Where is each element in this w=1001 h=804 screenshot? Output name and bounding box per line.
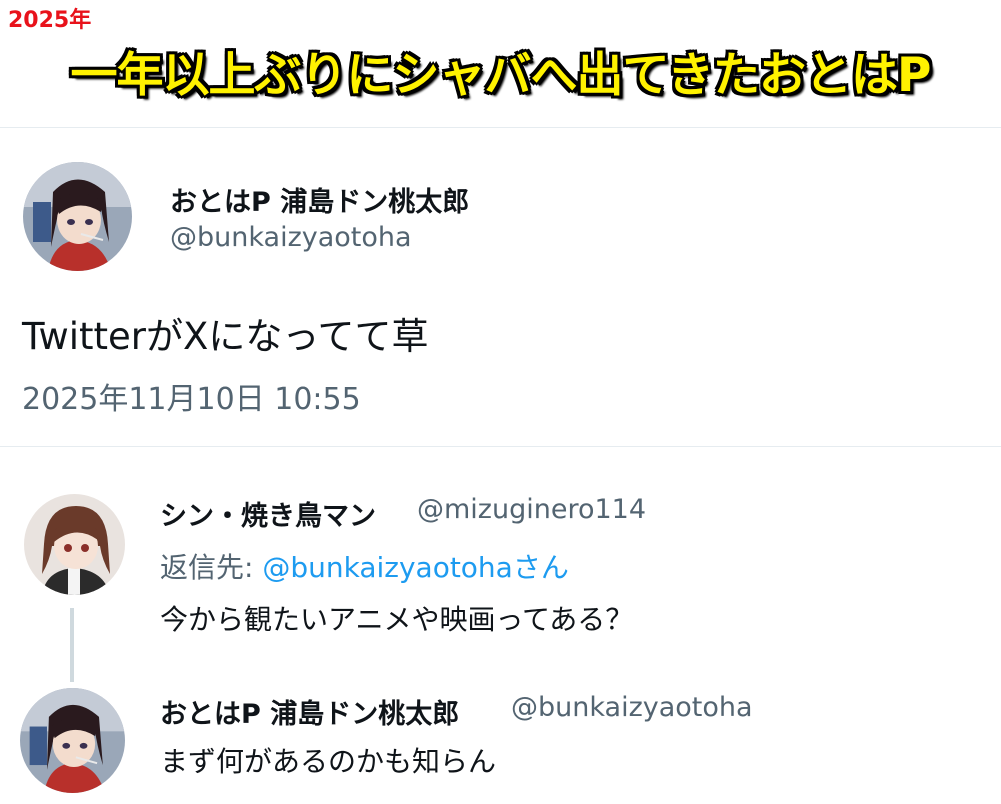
tweet-timestamp[interactable]: 2025年11月10日 10:55 <box>22 374 361 418</box>
tweet-text: 今から観たいアニメや映画ってある？ <box>160 603 634 636</box>
display-name[interactable]: おとはP 浦島ドン桃太郎 <box>170 180 469 219</box>
reply-to-line: 返信先: @bunkaizyaotohaさん <box>160 546 569 586</box>
headline-caption: 一年以上ぶりにシャバへ出てきたおとはP <box>70 48 931 103</box>
divider <box>0 446 1001 447</box>
user-handle[interactable]: @bunkaizyaotoha <box>170 222 412 253</box>
display-name[interactable]: シン・焼き鳥マン <box>160 494 376 533</box>
year-label: 2025年 <box>8 8 92 33</box>
anime-girl-avatar-icon[interactable] <box>20 688 125 793</box>
tweet-text: まず何があるのかも知らん <box>160 745 497 778</box>
brown-hair-girl-avatar-icon[interactable] <box>24 494 125 595</box>
anime-girl-avatar-icon[interactable] <box>23 162 132 271</box>
user-handle[interactable]: @mizuginero114 <box>417 494 646 525</box>
user-handle[interactable]: @bunkaizyaotoha <box>511 692 753 723</box>
tweet-text: TwitterがXになってて草 <box>22 315 429 358</box>
thread-connector <box>70 608 74 682</box>
reply-to-prefix: 返信先: <box>160 551 263 584</box>
reply-to-link[interactable]: @bunkaizyaotohaさん <box>262 551 569 584</box>
divider <box>0 127 1001 128</box>
display-name[interactable]: おとはP 浦島ドン桃太郎 <box>160 692 459 731</box>
